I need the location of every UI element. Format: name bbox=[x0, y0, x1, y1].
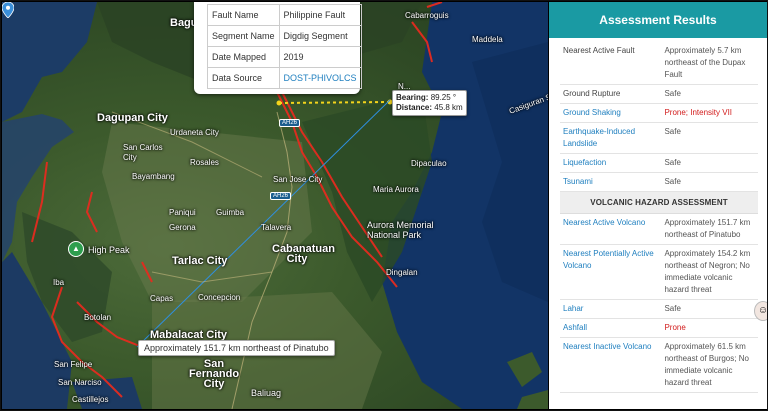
place-botolan: Botolan bbox=[84, 313, 112, 322]
fault-info-popup: Fault Name Philippine Fault Segment Name… bbox=[194, 2, 362, 94]
list-item: Ashfall Prone bbox=[560, 319, 758, 338]
assessment-panel: Assessment Results Nearest Active Fault … bbox=[549, 2, 767, 409]
place-san-jose: San Jose City bbox=[273, 175, 323, 184]
road-tag-ah26-north: AH26 bbox=[279, 119, 301, 127]
place-talavera: Talavera bbox=[261, 223, 292, 232]
place-concepcion: Concepcion bbox=[198, 293, 241, 302]
place-castillejos: Castillejos bbox=[72, 395, 109, 404]
data-source-cell: DOST-PHIVOLCS bbox=[278, 67, 362, 89]
fault-name-label: Fault Name bbox=[207, 4, 280, 26]
place-dipaculao: Dipaculao bbox=[411, 159, 447, 168]
fault-name-value: Philippine Fault bbox=[278, 4, 362, 26]
map-view[interactable]: Bagu Cabarroguis Maddela Dagupan City Ur… bbox=[2, 2, 548, 409]
place-gerona: Gerona bbox=[169, 223, 196, 232]
segment-name-value: Digdig Segment bbox=[278, 25, 362, 47]
list-item: Ground Rupture Safe bbox=[560, 85, 758, 104]
place-san-fernando: San Fernando City bbox=[188, 358, 240, 390]
place-capas: Capas bbox=[150, 294, 174, 303]
nearest-inactive-volcano-link[interactable]: Nearest Inactive Volcano bbox=[563, 341, 664, 389]
bearing-label: Bearing: bbox=[396, 93, 429, 102]
road-tag-ah26-south: AH26 bbox=[270, 192, 292, 200]
place-dingalan: Dingalan bbox=[386, 268, 418, 277]
lahar-value: Safe bbox=[664, 304, 681, 313]
list-item: Nearest Active Volcano Approximately 151… bbox=[560, 214, 758, 245]
table-row: Data Source DOST-PHIVOLCS bbox=[207, 67, 362, 89]
segment-name-label: Segment Name bbox=[207, 25, 280, 47]
lahar-link[interactable]: Lahar bbox=[563, 303, 664, 315]
place-baliuag: Baliuag bbox=[251, 388, 282, 398]
place-aurora-park: Aurora Memorial National Park bbox=[367, 220, 434, 240]
location-pin-icon[interactable] bbox=[2, 2, 14, 18]
chat-avatar-icon[interactable]: ☺ bbox=[754, 301, 767, 321]
place-bayambang: Bayambang bbox=[132, 172, 175, 181]
place-tarlac: Tarlac City bbox=[172, 255, 228, 267]
list-item: Earthquake-Induced Landslide Safe bbox=[560, 123, 758, 154]
tsunami-link[interactable]: Tsunami bbox=[563, 176, 664, 188]
place-mabalacat: Mabalacat City bbox=[150, 329, 228, 341]
liquefaction-value: Safe bbox=[664, 158, 681, 167]
place-cabarroguis: Cabarroguis bbox=[405, 11, 449, 20]
panel-title: Assessment Results bbox=[549, 2, 767, 38]
list-item: Nearest Inactive Volcano Approximately 6… bbox=[560, 338, 758, 393]
list-item: Liquefaction Safe bbox=[560, 154, 758, 173]
place-dagupan: Dagupan City bbox=[97, 112, 168, 124]
data-source-link[interactable]: DOST-PHIVOLCS bbox=[284, 73, 357, 83]
liquefaction-link[interactable]: Liquefaction bbox=[563, 157, 664, 169]
list-item: Ground Shaking Prone; Intensity VII bbox=[560, 104, 758, 123]
table-row: Segment Name Digdig Segment bbox=[207, 25, 362, 47]
place-paniqui: Paniqui bbox=[169, 208, 196, 217]
list-item: Nearest Potentially Active Volcano Appro… bbox=[560, 245, 758, 300]
landslide-value: Safe bbox=[664, 127, 681, 136]
distance-value: 45.8 km bbox=[434, 103, 463, 112]
nearest-potentially-active-volcano-value: Approximately 154.2 km northeast of Negr… bbox=[664, 249, 751, 294]
place-san-felipe: San Felipe bbox=[54, 360, 93, 369]
fault-info-table: Fault Name Philippine Fault Segment Name… bbox=[207, 4, 362, 89]
place-guimba: Guimba bbox=[216, 208, 245, 217]
landslide-link[interactable]: Earthquake-Induced Landslide bbox=[563, 126, 664, 150]
list-item: Tsunami Safe bbox=[560, 173, 758, 192]
table-row: Fault Name Philippine Fault bbox=[207, 4, 362, 26]
app-frame: Bagu Cabarroguis Maddela Dagupan City Ur… bbox=[0, 0, 768, 411]
list-item: Lahar Safe bbox=[560, 300, 758, 319]
data-source-label: Data Source bbox=[207, 67, 280, 89]
ground-rupture-label: Ground Rupture bbox=[563, 89, 621, 98]
date-mapped-value: 2019 bbox=[278, 46, 362, 68]
distance-label: Distance: bbox=[396, 103, 433, 112]
ashfall-value: Prone bbox=[664, 323, 686, 332]
place-maddela: Maddela bbox=[472, 35, 503, 44]
mountain-icon[interactable]: ▲ bbox=[68, 241, 84, 257]
place-maria-aurora: Maria Aurora bbox=[373, 185, 419, 194]
ground-shaking-value: Prone; Intensity VII bbox=[664, 108, 733, 117]
tsunami-value: Safe bbox=[664, 177, 681, 186]
place-iba: Iba bbox=[53, 278, 65, 287]
place-urdaneta: Urdaneta City bbox=[170, 128, 219, 137]
nearest-active-volcano-link[interactable]: Nearest Active Volcano bbox=[563, 217, 664, 241]
volcano-distance-tooltip: Approximately 151.7 km northeast of Pina… bbox=[138, 340, 335, 356]
volcanic-section-heading: VOLCANIC HAZARD ASSESSMENT bbox=[560, 192, 758, 214]
place-cabanatuan: Cabanatuan City bbox=[272, 243, 335, 265]
assessment-list[interactable]: Nearest Active Fault Approximately 5.7 k… bbox=[560, 42, 758, 393]
nearest-potentially-active-volcano-link[interactable]: Nearest Potentially Active Volcano bbox=[563, 248, 664, 296]
bearing-value: 89.25 ° bbox=[430, 93, 457, 102]
ground-shaking-link[interactable]: Ground Shaking bbox=[563, 107, 664, 119]
nearest-active-fault-label: Nearest Active Fault bbox=[563, 46, 635, 55]
bearing-distance-box: Bearing: 89.25 ° Distance: 45.8 km bbox=[392, 90, 467, 116]
ground-rupture-value: Safe bbox=[664, 89, 681, 98]
place-san-narciso: San Narciso bbox=[58, 378, 102, 387]
nearest-active-volcano-value: Approximately 151.7 km northeast of Pina… bbox=[664, 218, 751, 239]
table-row: Date Mapped 2019 bbox=[207, 46, 362, 68]
ashfall-link[interactable]: Ashfall bbox=[563, 322, 664, 334]
date-mapped-label: Date Mapped bbox=[207, 46, 280, 68]
list-item: Nearest Active Fault Approximately 5.7 k… bbox=[560, 42, 758, 85]
nearest-active-fault-value: Approximately 5.7 km northeast of the Du… bbox=[664, 46, 746, 79]
place-rosales: Rosales bbox=[190, 158, 219, 167]
place-san-carlos: San Carlos City bbox=[123, 143, 163, 162]
nearest-inactive-volcano-value: Approximately 61.5 km northeast of Burgo… bbox=[664, 342, 749, 387]
place-high-peak: High Peak bbox=[88, 245, 130, 255]
